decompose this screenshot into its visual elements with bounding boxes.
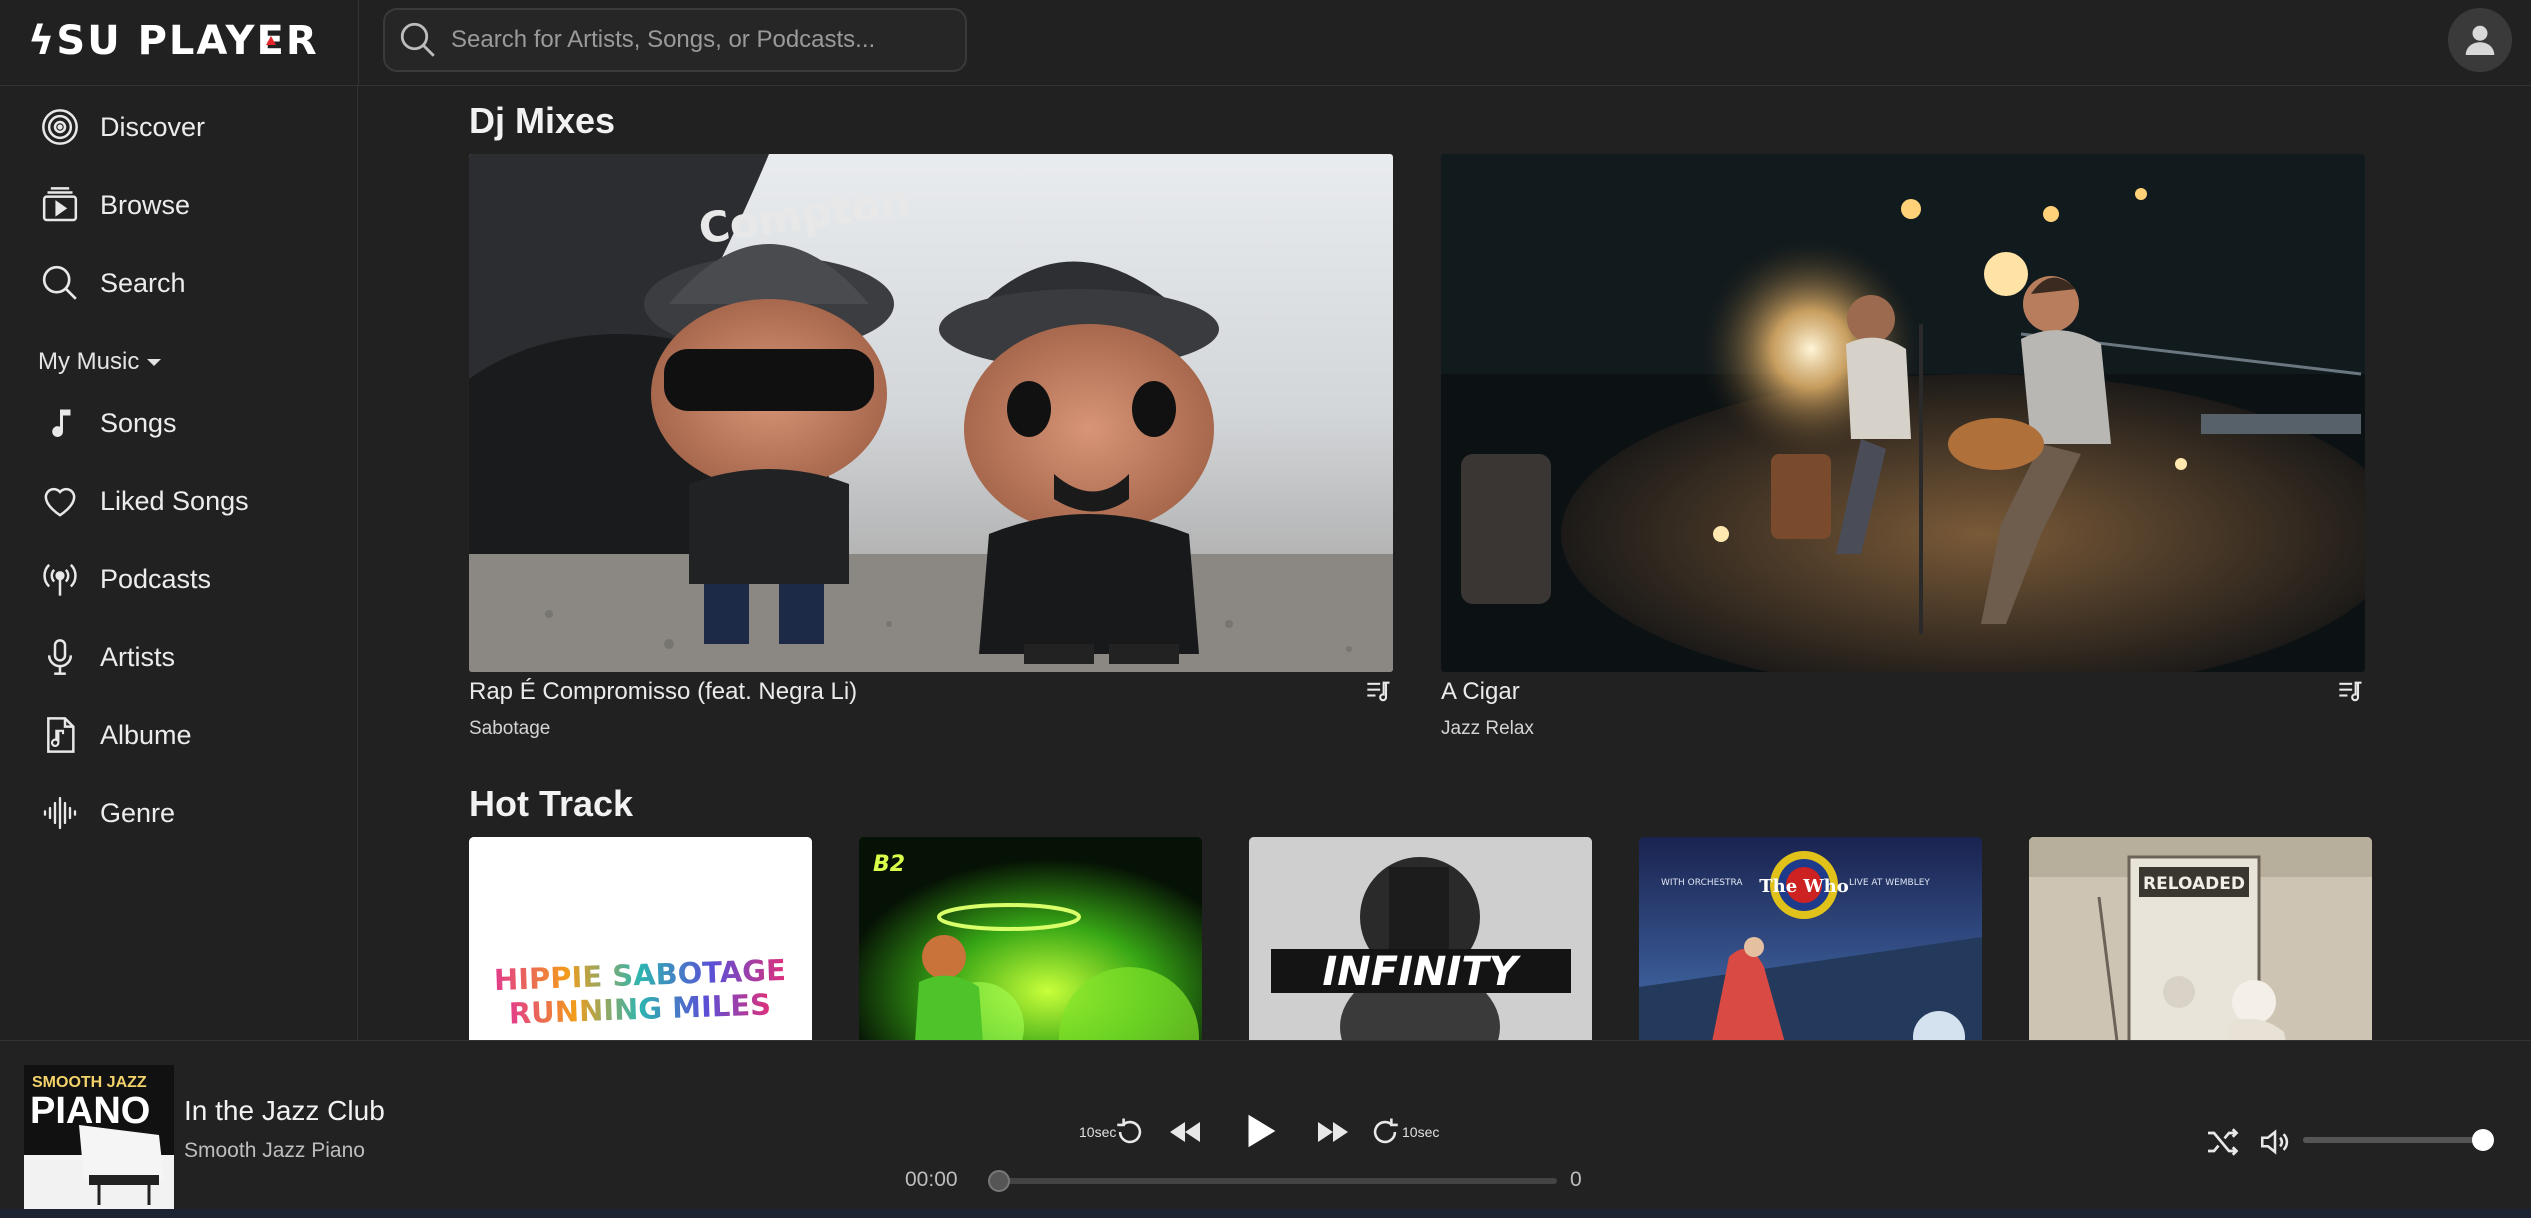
my-music-label: My Music [38,348,140,375]
sidebar-item-label: Albume [100,719,192,750]
volume-icon [2260,1129,2289,1155]
shuffle-button[interactable] [2200,1119,2246,1165]
cover-text: WITH ORCHESTRA [1661,878,1743,888]
sidebar-item-label: Discover [100,111,206,142]
sidebar-item-genre[interactable]: Genre [38,788,175,838]
track-cover-image: RELOADED [2029,837,2372,1040]
hot-track-card[interactable]: INFINITY [1249,837,1592,1040]
previous-button[interactable] [1160,1107,1210,1157]
section-title-hot-track: Hot Track [469,783,634,824]
sidebar: Discover Browse Search My Music Songs Li… [0,86,358,1040]
waveform-icon [38,791,82,835]
sidebar-item-label: Liked Songs [100,485,249,516]
hot-track-card[interactable]: B2 [859,837,1202,1040]
cover-text: SMOOTH JAZZ [32,1074,147,1091]
next-button[interactable] [1308,1107,1358,1157]
mix-artist[interactable]: Jazz Relax [1441,718,1534,740]
sidebar-item-liked-songs[interactable]: Liked Songs [38,476,249,526]
player-bar: SMOOTH JAZZ PIANO In the Jazz Club Smoot… [0,1040,2531,1218]
logo-accent-letter: E [256,18,286,64]
app-logo[interactable]: ϟSU PLAYER [28,18,319,64]
sidebar-item-label: Genre [100,797,176,828]
sidebar-item-discover[interactable]: Discover [38,102,205,152]
logo-text-end: R [285,18,319,64]
sidebar-item-label: Search [100,267,186,298]
sidebar-item-albume[interactable]: Albume [38,710,192,760]
current-time: 00:00 [905,1168,958,1191]
sidebar-item-songs[interactable]: Songs [38,398,177,448]
now-playing-cover[interactable]: SMOOTH JAZZ PIANO [24,1065,174,1209]
forward-icon [1373,1118,1398,1144]
rewind-label: 10sec [1079,1124,1117,1140]
dj-mix-card[interactable]: A Cigar Jazz Relax [1441,154,2365,754]
forward-label: 10sec [1402,1124,1440,1140]
track-cover-image: INFINITY [1249,837,1592,1040]
seek-handle[interactable] [988,1170,1010,1192]
volume-level [2303,1137,2483,1143]
caret-down-icon [147,358,162,366]
cover-text: B2 [873,852,905,877]
skip-back-icon [1170,1122,1200,1142]
hot-track-card[interactable]: The Who WITH ORCHESTRA LIVE AT WEMBLEY [1639,837,1982,1040]
now-playing-artist[interactable]: Smooth Jazz Piano [184,1139,365,1163]
mix-cover-image[interactable]: Compton [469,154,1393,672]
sidebar-item-label: Podcasts [100,563,212,594]
user-icon [2465,25,2495,55]
skip-forward-icon [1318,1122,1348,1142]
sidebar-item-label: Browse [100,189,191,220]
microphone-icon [38,635,82,679]
duration: 0 [1570,1168,1582,1191]
search-icon [38,261,82,305]
browse-play-icon [38,183,82,227]
sidebar-item-browse[interactable]: Browse [38,180,190,230]
now-playing-title[interactable]: In the Jazz Club [184,1095,385,1127]
cover-text: RELOADED [2143,874,2245,894]
seek-bar[interactable] [990,1178,1557,1184]
replay-icon [1117,1118,1142,1144]
my-music-dropdown[interactable]: My Music [38,348,162,376]
top-header: ϟSU PLAYER [0,0,2531,86]
mix-title[interactable]: Rap É Compromisso (feat. Negra Li) [469,678,857,706]
search-input[interactable] [451,26,931,54]
cover-text: PIANO [30,1090,150,1132]
discover-target-icon [38,105,82,149]
volume-button[interactable] [2252,1119,2298,1165]
mix-cover-image[interactable] [1441,154,2365,672]
add-to-queue-icon[interactable] [2337,678,2365,706]
dj-mix-card[interactable]: Compton Rap É Compromisso (feat. Negra L… [469,154,1393,754]
hot-track-card[interactable]: RELOADED [2029,837,2372,1040]
hot-track-card[interactable]: HIPPIE SABOTAGE RUNNING MILES [469,837,812,1040]
cover-text: The Who [1759,876,1849,897]
logo-text: SU PLAY [56,18,257,64]
music-file-icon [38,713,82,757]
section-title-dj-mixes: Dj Mixes [469,100,616,141]
sidebar-item-label: Artists [100,641,176,672]
mix-artist[interactable]: Sabotage [469,718,550,740]
podcast-broadcast-icon [38,557,82,601]
header-divider [358,0,359,86]
sidebar-item-artists[interactable]: Artists [38,632,175,682]
music-note-icon [38,401,82,445]
shuffle-icon [2208,1128,2239,1156]
cover-text: LIVE AT WEMBLEY [1849,878,1930,888]
play-icon [1248,1114,1276,1148]
sidebar-item-podcasts[interactable]: Podcasts [38,554,211,604]
track-cover-image: B2 [859,837,1202,1040]
main-content: Dj Mixes Compton Rap É Compromisso (feat… [359,86,2531,1040]
volume-handle[interactable] [2472,1129,2494,1151]
track-cover-image: HIPPIE SABOTAGE RUNNING MILES [469,837,812,1040]
add-to-queue-icon[interactable] [1365,678,1393,706]
logo-mark: ϟ [28,18,57,64]
heart-icon [38,479,82,523]
search-icon [400,22,435,57]
mix-title[interactable]: A Cigar [1441,678,1520,706]
play-button[interactable] [1230,1101,1290,1161]
sidebar-item-label: Songs [100,407,177,438]
cover-text: INFINITY [1322,949,1521,995]
sidebar-item-search[interactable]: Search [38,258,186,308]
window-bottom-edge [0,1209,2531,1218]
search-bar[interactable] [383,8,967,72]
user-avatar-button[interactable] [2448,8,2512,72]
track-cover-image: The Who WITH ORCHESTRA LIVE AT WEMBLEY [1639,837,1982,1040]
